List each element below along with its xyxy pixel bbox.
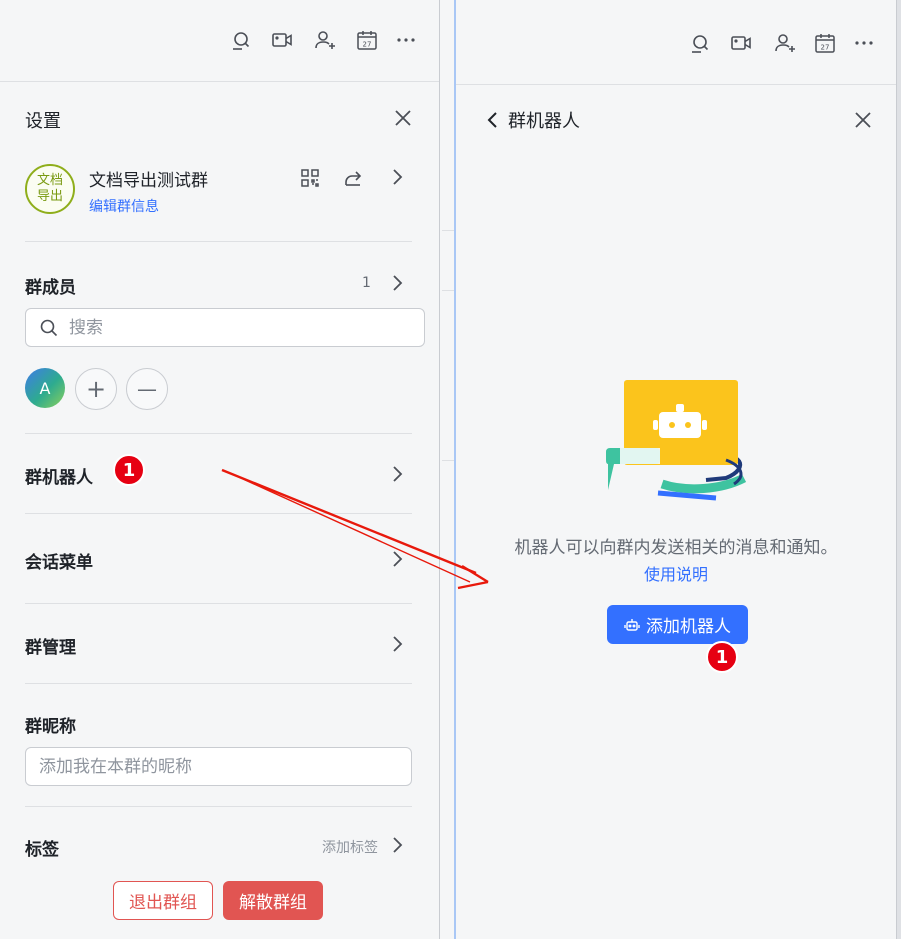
more-icon[interactable] bbox=[852, 31, 876, 55]
group-manage-label[interactable]: 群管理 bbox=[25, 633, 76, 658]
group-bots-label[interactable]: 群机器人 bbox=[25, 463, 93, 488]
divider bbox=[25, 806, 412, 807]
session-menu-chevron-icon[interactable] bbox=[390, 549, 404, 569]
members-chevron-icon[interactable] bbox=[390, 273, 404, 293]
usage-guide-link[interactable]: 使用说明 bbox=[456, 561, 896, 585]
divider bbox=[25, 241, 412, 242]
search-chat-icon[interactable] bbox=[229, 28, 253, 52]
member-search-input[interactable] bbox=[69, 314, 409, 341]
group-bots-panel: 27 群机器人 机器人可以向群内发送相关的消息和通知。 使用说明 添加机器人 1 bbox=[454, 0, 897, 939]
remove-member-button[interactable]: — bbox=[126, 368, 168, 410]
divider bbox=[442, 230, 454, 231]
right-topbar: 27 bbox=[456, 0, 896, 85]
svg-text:27: 27 bbox=[821, 44, 830, 52]
add-member-icon[interactable] bbox=[313, 28, 337, 52]
more-icon[interactable] bbox=[394, 28, 418, 52]
member-search-box[interactable] bbox=[25, 308, 425, 347]
background-chat-peek bbox=[440, 0, 454, 939]
divider bbox=[25, 433, 412, 434]
tags-label: 标签 bbox=[25, 840, 59, 860]
back-chevron-icon[interactable] bbox=[486, 110, 500, 130]
group-info-chevron-icon[interactable] bbox=[390, 167, 404, 187]
nickname-input[interactable] bbox=[25, 747, 412, 786]
group-name: 文档导出测试群 bbox=[89, 171, 208, 191]
nickname-label: 群昵称 bbox=[25, 717, 76, 737]
close-icon[interactable] bbox=[392, 107, 414, 129]
robot-icon bbox=[624, 617, 640, 633]
settings-title: 设置 bbox=[25, 111, 61, 132]
edit-group-info-link[interactable]: 编辑群信息 bbox=[89, 196, 159, 216]
add-member-icon[interactable] bbox=[773, 31, 797, 55]
group-manage-chevron-icon[interactable] bbox=[390, 634, 404, 654]
group-bots-title: 群机器人 bbox=[508, 111, 580, 132]
divider bbox=[25, 513, 412, 514]
add-tag-link[interactable]: 添加标签 bbox=[322, 837, 378, 857]
tags-chevron-icon[interactable] bbox=[390, 835, 404, 855]
svg-text:27: 27 bbox=[363, 41, 372, 49]
add-bot-label: 添加机器人 bbox=[646, 617, 731, 637]
search-icon bbox=[39, 318, 59, 338]
bots-description: 机器人可以向群内发送相关的消息和通知。 bbox=[514, 538, 838, 558]
step-badge-left: 1 bbox=[113, 454, 145, 486]
group-bots-chevron-icon[interactable] bbox=[390, 464, 404, 484]
quit-group-button[interactable]: 退出群组 bbox=[113, 881, 213, 920]
video-call-icon[interactable] bbox=[270, 28, 294, 52]
member-avatar[interactable]: A bbox=[25, 368, 65, 408]
close-icon[interactable] bbox=[852, 109, 874, 131]
share-icon[interactable] bbox=[342, 167, 364, 189]
calendar-icon[interactable]: 27 bbox=[813, 31, 837, 55]
robot-illustration bbox=[606, 380, 747, 501]
settings-panel: 27 设置 文档导出 文档导出测试群 编辑群信息 群成员 1 A + — 群机器… bbox=[0, 0, 440, 939]
members-label: 群成员 bbox=[25, 278, 76, 298]
session-menu-label[interactable]: 会话菜单 bbox=[25, 548, 93, 573]
divider bbox=[442, 460, 454, 461]
search-chat-icon[interactable] bbox=[688, 31, 712, 55]
dissolve-group-button[interactable]: 解散群组 bbox=[223, 881, 323, 920]
step-badge-right: 1 bbox=[706, 641, 738, 673]
qr-code-icon[interactable] bbox=[299, 167, 321, 189]
member-count: 1 bbox=[362, 275, 371, 291]
add-member-button[interactable]: + bbox=[75, 368, 117, 410]
divider bbox=[442, 290, 454, 291]
add-bot-button[interactable]: 添加机器人 bbox=[607, 605, 748, 644]
calendar-icon[interactable]: 27 bbox=[355, 28, 379, 52]
video-call-icon[interactable] bbox=[729, 31, 753, 55]
group-avatar[interactable]: 文档导出 bbox=[25, 164, 75, 214]
divider bbox=[25, 603, 412, 604]
divider bbox=[25, 683, 412, 684]
left-topbar: 27 bbox=[0, 0, 439, 82]
